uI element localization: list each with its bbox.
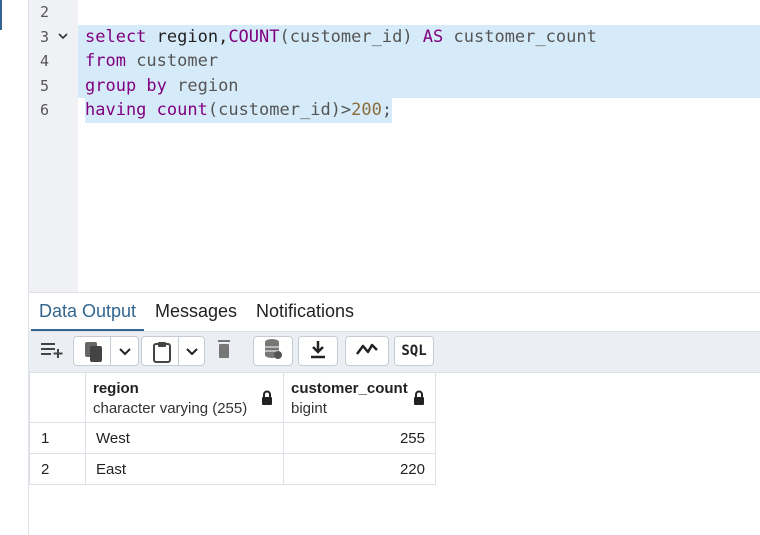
- tab-messages[interactable]: Messages: [155, 293, 237, 330]
- row-number[interactable]: 2: [29, 453, 86, 485]
- lock-icon: [413, 390, 425, 410]
- editor-line-3[interactable]: 3 select region,COUNT(customer_id) AS cu…: [29, 25, 760, 50]
- keyword: select: [85, 26, 147, 47]
- line-graph-icon: [355, 341, 379, 362]
- function-name: COUNT: [228, 26, 280, 47]
- line-number: 2: [39, 3, 49, 21]
- number-literal: 200: [351, 100, 382, 121]
- copy-button-group[interactable]: [73, 336, 139, 366]
- column-header-region[interactable]: region character varying (255): [85, 372, 284, 423]
- tab-notifications[interactable]: Notifications: [256, 293, 354, 330]
- keyword: AS: [422, 26, 444, 47]
- column-header-customer-count[interactable]: customer_count bigint: [283, 372, 436, 423]
- code-line: having count(customer_id)>200;: [85, 98, 393, 123]
- output-tabs: Data Output Messages Notifications: [29, 292, 760, 331]
- line-number: 4: [39, 52, 49, 71]
- editor-line-4[interactable]: 4 from customer: [29, 49, 760, 74]
- lock-icon: [261, 390, 273, 410]
- database-save-icon: [263, 338, 283, 365]
- download-button[interactable]: [298, 336, 338, 366]
- code-line: select region,COUNT(customer_id) AS cust…: [85, 25, 597, 50]
- paste-button-group[interactable]: [141, 336, 205, 366]
- sql-label: SQL: [401, 343, 427, 359]
- window-accent-bar: [0, 0, 2, 30]
- code-line: group by region: [85, 74, 239, 99]
- download-icon: [309, 339, 327, 364]
- editor-line-6[interactable]: 6 having count(customer_id)>200;: [29, 98, 760, 123]
- column-type: bigint: [291, 400, 327, 417]
- fold-chevron-icon[interactable]: [58, 25, 68, 50]
- keyword: from: [85, 51, 126, 72]
- column-type: character varying (255): [93, 400, 248, 417]
- paste-icon: [152, 341, 172, 368]
- graph-visualiser-button[interactable]: [345, 336, 389, 366]
- code-line: from customer: [85, 49, 218, 74]
- editor-line-5[interactable]: 5 group by region: [29, 74, 760, 99]
- cell-customer-count[interactable]: 255: [283, 422, 436, 454]
- divider: [110, 337, 111, 365]
- table-row[interactable]: 2 East 220: [29, 453, 436, 485]
- cell-region[interactable]: West: [85, 422, 284, 454]
- cell-region[interactable]: East: [85, 453, 284, 485]
- add-row-icon: [39, 339, 65, 364]
- function-name: count: [156, 100, 208, 121]
- results-grid: region character varying (255) customer_…: [29, 372, 436, 485]
- code-text: (customer_id)>: [207, 100, 352, 121]
- table-row[interactable]: 1 West 255: [29, 422, 436, 454]
- trash-icon: [216, 339, 232, 364]
- tab-data-output[interactable]: Data Output: [30, 293, 145, 331]
- keyword: group by: [85, 75, 167, 96]
- row-number[interactable]: 1: [29, 422, 86, 454]
- editor-line-2[interactable]: 2: [29, 0, 760, 25]
- code-text: ;: [381, 100, 393, 121]
- save-data-button[interactable]: [253, 336, 293, 366]
- chevron-down-icon[interactable]: [118, 345, 132, 363]
- sql-button[interactable]: SQL: [394, 336, 434, 366]
- row-number-header: [29, 372, 86, 423]
- line-number: 5: [39, 76, 49, 95]
- copy-icon: [84, 341, 104, 368]
- column-name: customer_count: [291, 380, 408, 397]
- header-row: region character varying (255) customer_…: [29, 372, 436, 423]
- column-name: region: [93, 380, 139, 397]
- code-text: customer: [125, 51, 219, 72]
- keyword: having: [85, 100, 147, 121]
- code-text: (customer_id): [279, 26, 423, 47]
- cell-customer-count[interactable]: 220: [283, 453, 436, 485]
- chevron-down-icon[interactable]: [185, 345, 199, 363]
- divider: [178, 337, 179, 365]
- query-editor[interactable]: 2 3 select region,COUNT(customer_id) AS …: [29, 0, 760, 292]
- line-number: 6: [39, 101, 49, 120]
- line-number: 3: [39, 27, 49, 46]
- code-text: region: [166, 75, 239, 96]
- results-toolbar: SQL: [29, 331, 760, 373]
- code-text: customer_count: [443, 26, 597, 47]
- code-text: region,: [146, 26, 229, 47]
- delete-button[interactable]: [209, 336, 239, 366]
- add-row-button[interactable]: [35, 336, 69, 366]
